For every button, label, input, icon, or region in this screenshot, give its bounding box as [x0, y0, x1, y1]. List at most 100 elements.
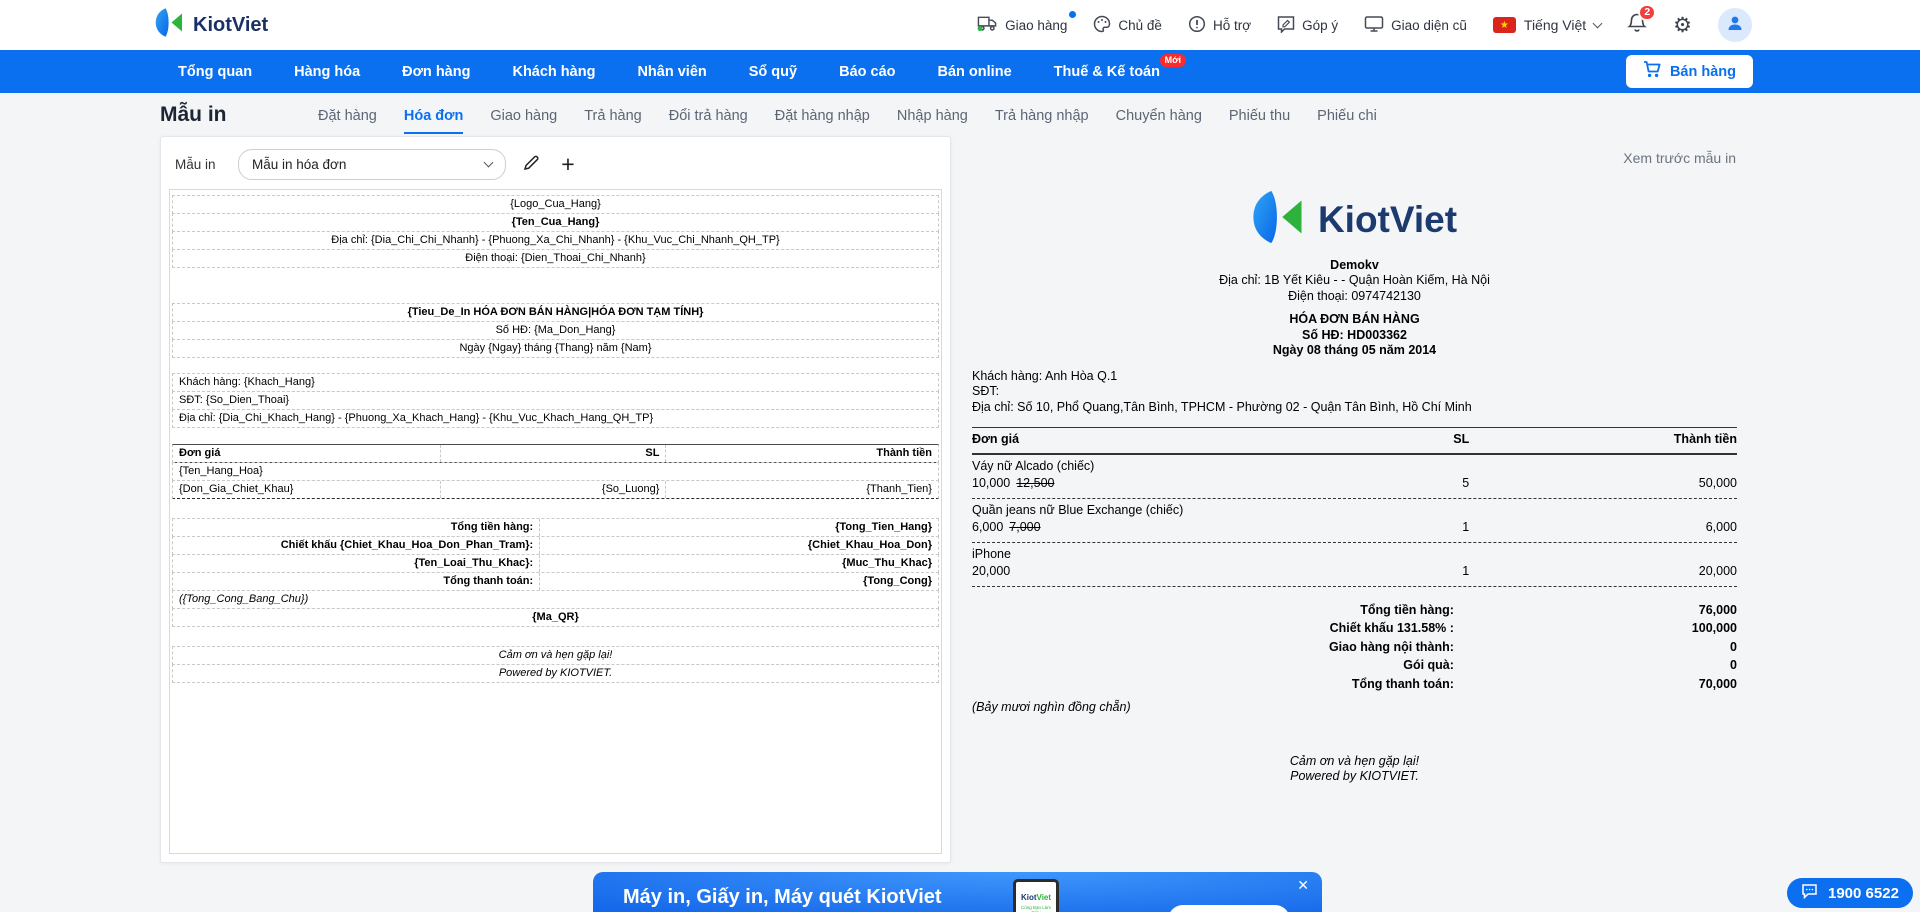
template-row[interactable]: Địa chỉ: {Dia_Chi_Khach_Hang} - {Phuong_… [172, 409, 939, 428]
preview-item-name: Váy nữ Alcado (chiếc) [972, 455, 1737, 476]
monitor-icon [1364, 15, 1384, 36]
notifications-button[interactable]: 2 [1627, 12, 1647, 39]
banner-product-image: KiotViet Cùng Bạn Làm Giàu [1013, 879, 1059, 912]
template-row[interactable]: SĐT: {So_Dien_Thoai} [172, 391, 939, 410]
preview-table-header: Đơn giá SL Thành tiền [972, 427, 1737, 455]
tabs: Đặt hàng Hóa đơn Giao hàng Trả hàng Đổi trả … [318, 97, 1377, 134]
template-select-label: Mẫu in [175, 157, 225, 172]
kiotviet-wordmark: KiotViet [1318, 212, 1457, 228]
tab-trả-hàng[interactable]: Trả hàng [584, 97, 642, 134]
template-row[interactable]: Khách hàng: {Khach_Hang} [172, 373, 939, 392]
preview-totals: Tổng tiền hàng:76,000Chiết khấu 131.58% … [972, 601, 1737, 694]
template-spacer [172, 499, 939, 519]
template-editor-card: Mẫu in Mẫu in hóa đơn + {Logo_Cua_Hang}{… [160, 136, 951, 863]
user-menu-button[interactable] [1718, 8, 1752, 42]
notification-dot [1069, 11, 1076, 18]
nav-item-tax[interactable]: Thuế & Kế toán Mới [1054, 64, 1160, 80]
tab-hóa-đơn[interactable]: Hóa đơn [404, 97, 463, 134]
template-row[interactable]: ({Tong_Cong_Bang_Chu}) [172, 590, 939, 609]
tab-phiếu-chi[interactable]: Phiếu chi [1317, 97, 1377, 134]
template-row[interactable]: Tổng thanh toán:{Tong_Cong} [172, 572, 939, 591]
template-cell[interactable]: {Tong_Cong} [540, 573, 938, 590]
kiotviet-logo[interactable]: KiotViet [155, 6, 268, 44]
banner-close-button[interactable]: ✕ [1297, 877, 1309, 894]
template-row[interactable]: Điện thoại: {Dien_Thoai_Chi_Nhanh} [172, 249, 939, 268]
template-cell[interactable]: Đơn giá [173, 445, 441, 462]
template-row[interactable]: Số HĐ: {Ma_Don_Hang} [172, 321, 939, 340]
nav-item-reports[interactable]: Báo cáo [839, 64, 895, 80]
template-row[interactable]: Chiết khấu {Chiet_Khau_Hoa_Don_Phan_Tram… [172, 536, 939, 555]
template-row[interactable]: {Logo_Cua_Hang} [172, 195, 939, 214]
invoice-preview: KiotViet Demokv Địa chỉ: 1B Yết Kiêu - -… [972, 188, 1737, 785]
preview-customer: Khách hàng: Anh Hòa Q.1 [972, 369, 1737, 385]
template-row[interactable]: Đơn giáSLThành tiền [172, 444, 939, 463]
tab-chuyển-hàng[interactable]: Chuyển hàng [1116, 97, 1202, 134]
settings-button[interactable]: ⚙ [1673, 15, 1692, 36]
preview-item-name: Quần jeans nữ Blue Exchange (chiếc) [972, 499, 1737, 520]
add-template-button[interactable]: + [556, 153, 580, 177]
tab-trả-hàng-nhập[interactable]: Trả hàng nhập [995, 97, 1089, 134]
nav-item-products[interactable]: Hàng hóa [294, 64, 360, 80]
nav-item-customers[interactable]: Khách hàng [512, 64, 595, 80]
template-cell[interactable]: Thành tiền [666, 445, 938, 462]
banner-cta-button[interactable] [1168, 905, 1290, 912]
preview-date: Ngày 08 tháng 05 năm 2014 [972, 343, 1737, 359]
template-row[interactable]: Powered by KIOTVIET. [172, 664, 939, 683]
language-selector[interactable]: ★ Tiếng Việt [1493, 17, 1601, 33]
template-cell[interactable]: SL [441, 445, 667, 462]
kiotviet-logo-icon [1252, 188, 1307, 251]
template-cell[interactable]: Tổng thanh toán: [173, 573, 540, 590]
template-cell[interactable]: Chiết khấu {Chiet_Khau_Hoa_Don_Phan_Tram… [173, 537, 540, 554]
feedback-icon [1277, 15, 1295, 36]
template-row[interactable]: Cảm ơn và hẹn gặp lại! [172, 646, 939, 665]
kiotviet-wordmark: KiotViet [193, 14, 268, 37]
plus-icon: + [561, 153, 574, 176]
header-link-theme[interactable]: Chủ đề [1093, 15, 1162, 36]
nav-item-cashbook[interactable]: Sổ quỹ [749, 64, 797, 80]
nav-item-overview[interactable]: Tổng quan [178, 64, 252, 80]
template-row[interactable]: {Ten_Loai_Thu_Khac}:{Muc_Thu_Khac} [172, 554, 939, 573]
support-phone-button[interactable]: 1900 6522 [1787, 878, 1913, 908]
template-row[interactable]: Địa chỉ: {Dia_Chi_Chi_Nhanh} - {Phuong_X… [172, 231, 939, 250]
template-cell[interactable]: {Don_Gia_Chiet_Khau} [173, 481, 441, 498]
sell-button[interactable]: Bán hàng [1626, 55, 1753, 88]
template-cell[interactable]: {Thanh_Tien} [666, 481, 938, 498]
cart-icon [1643, 61, 1661, 82]
tab-phiếu-thu[interactable]: Phiếu thu [1229, 97, 1290, 134]
template-cell[interactable]: {Chiet_Khau_Hoa_Don} [540, 537, 938, 554]
tab-đặt-hàng-nhập[interactable]: Đặt hàng nhập [775, 97, 870, 134]
template-row[interactable]: Ngày {Ngay} tháng {Thang} năm {Nam} [172, 339, 939, 358]
header-link-old-ui[interactable]: Giao diện cũ [1364, 15, 1467, 36]
tab-giao-hàng[interactable]: Giao hàng [490, 97, 557, 134]
nav-item-orders[interactable]: Đơn hàng [402, 64, 470, 80]
template-spacer [172, 428, 939, 445]
template-row[interactable]: {Ma_QR} [172, 608, 939, 627]
header-link-support[interactable]: Hỗ trợ [1188, 15, 1251, 36]
edit-template-button[interactable] [519, 153, 543, 177]
template-cell[interactable]: Tổng tiền hàng: [173, 519, 540, 536]
tab-đổi-trả-hàng[interactable]: Đổi trả hàng [669, 97, 748, 134]
preview-store-logo: KiotViet [972, 188, 1737, 251]
template-row[interactable]: Tổng tiền hàng:{Tong_Tien_Hang} [172, 518, 939, 537]
header-link-feedback[interactable]: Góp ý [1277, 15, 1338, 36]
nav-item-online[interactable]: Bán online [938, 64, 1012, 80]
palette-icon [1093, 15, 1111, 36]
template-row[interactable]: {Tieu_De_In HÓA ĐƠN BÁN HÀNG|HÓA ĐƠN TẠM… [172, 303, 939, 322]
template-row[interactable]: {Ten_Hang_Hoa} [172, 462, 939, 481]
preview-store-name: Demokv [972, 258, 1737, 274]
template-cell[interactable]: {So_Luong} [441, 481, 667, 498]
tab-đặt-hàng[interactable]: Đặt hàng [318, 97, 377, 134]
preview-customer-address: Địa chỉ: Số 10, Phổ Quang,Tân Bình, TPHC… [972, 400, 1737, 416]
template-row[interactable]: {Don_Gia_Chiet_Khau}{So_Luong}{Thanh_Tie… [172, 480, 939, 499]
preview-doc-title: HÓA ĐƠN BÁN HÀNG [972, 312, 1737, 328]
template-select[interactable]: Mẫu in hóa đơn [238, 149, 506, 180]
template-row[interactable]: {Ten_Cua_Hang} [172, 213, 939, 232]
main-navbar: Tổng quan Hàng hóa Đơn hàng Khách hàng N… [0, 50, 1920, 93]
chevron-down-icon [484, 158, 494, 168]
template-cell[interactable]: {Ten_Loai_Thu_Khac}: [173, 555, 540, 572]
tab-nhập-hàng[interactable]: Nhập hàng [897, 97, 968, 134]
nav-item-staff[interactable]: Nhân viên [637, 64, 706, 80]
header-link-delivery[interactable]: Giao hàng [977, 15, 1067, 35]
template-cell[interactable]: {Tong_Tien_Hang} [540, 519, 938, 536]
template-cell[interactable]: {Muc_Thu_Khac} [540, 555, 938, 572]
